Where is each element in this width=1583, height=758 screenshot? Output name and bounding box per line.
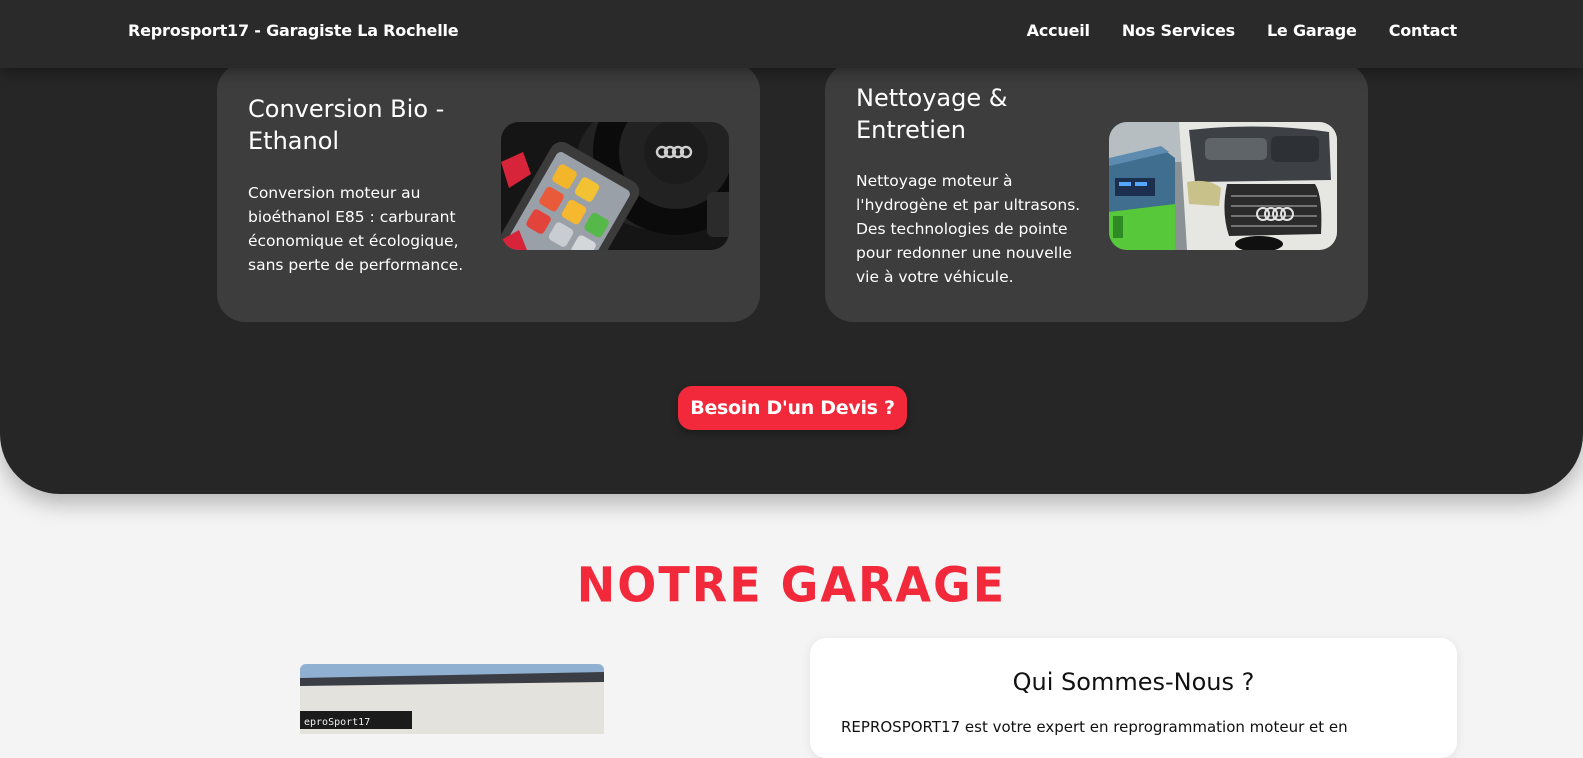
service-image-cleaning bbox=[1109, 122, 1337, 250]
service-title: Nettoyage & Entretien bbox=[856, 84, 1008, 144]
garage-section-title: NOTRE GARAGE bbox=[576, 556, 1007, 614]
top-navbar: Reprosport17 - Garagiste La Rochelle Acc… bbox=[0, 0, 1583, 68]
service-description: Nettoyage moteur à l'hydrogène et par ul… bbox=[856, 172, 1081, 286]
site-brand[interactable]: Reprosport17 - Garagiste La Rochelle bbox=[128, 21, 459, 40]
nav-links: Accueil Nos Services Le Garage Contact bbox=[995, 21, 1458, 40]
garage-sign-text: eproSport17 bbox=[304, 717, 370, 728]
nav-link-le-garage[interactable]: Le Garage bbox=[1267, 21, 1357, 40]
about-card: Qui Sommes-Nous ? REPROSPORT17 est votre… bbox=[810, 638, 1457, 758]
services-section: Conversion Bio - Ethanol Conversion mote… bbox=[0, 0, 1583, 494]
quote-cta-button[interactable]: Besoin D'un Devis ? bbox=[678, 386, 907, 430]
service-description: Conversion moteur au bioéthanol E85 : ca… bbox=[248, 184, 464, 274]
nav-link-nos-services[interactable]: Nos Services bbox=[1122, 21, 1235, 40]
service-card-nettoyage: Nettoyage & Entretien Nettoyage moteur à… bbox=[825, 63, 1368, 322]
about-text: REPROSPORT17 est votre expert en reprogr… bbox=[841, 718, 1348, 736]
nav-link-accueil[interactable]: Accueil bbox=[1027, 21, 1090, 40]
service-image-diagnostic bbox=[501, 122, 729, 250]
nav-link-contact[interactable]: Contact bbox=[1389, 21, 1458, 40]
service-title: Conversion Bio - Ethanol bbox=[248, 95, 445, 155]
service-card-bio-ethanol: Conversion Bio - Ethanol Conversion mote… bbox=[217, 63, 760, 322]
garage-photo: eproSport17 bbox=[300, 664, 604, 734]
about-title: Qui Sommes-Nous ? bbox=[1012, 668, 1255, 696]
